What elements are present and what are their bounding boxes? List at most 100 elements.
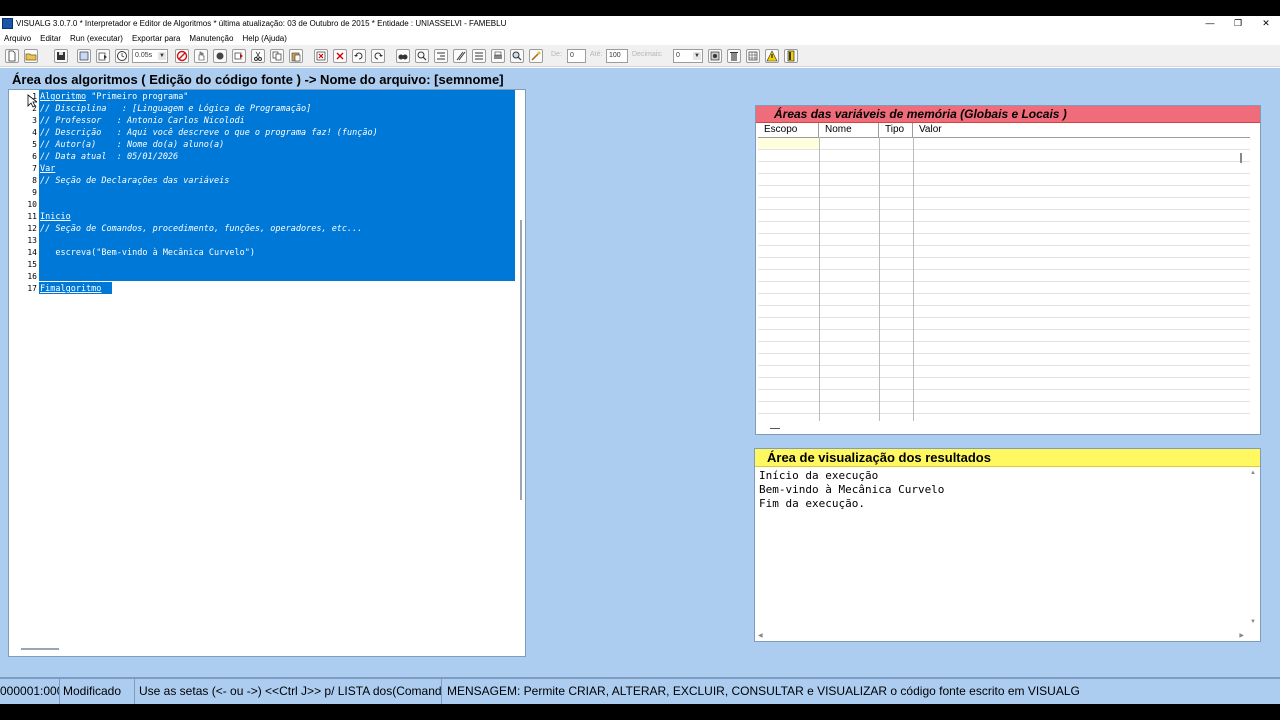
code-comment: // Seção de Comandos, procedimento, funç…	[40, 224, 363, 234]
variables-empty-row	[758, 246, 1250, 258]
menu-editar[interactable]: Editar	[36, 34, 66, 43]
code-keyword: Fimalgoritmo	[40, 284, 102, 294]
ate-input[interactable]: 100	[606, 49, 628, 63]
results-title-text: Área de visualização dos resultados	[767, 450, 991, 465]
grid-icon[interactable]	[746, 49, 760, 63]
timer-icon[interactable]	[115, 49, 129, 63]
line-number: 5	[32, 140, 37, 149]
ate-label: Até:	[590, 51, 603, 58]
paste-icon[interactable]	[289, 49, 303, 63]
menu-arquivo[interactable]: Arquivo	[0, 34, 36, 43]
trash-icon[interactable]	[727, 49, 741, 63]
line-number: 15	[27, 260, 37, 269]
hand-icon[interactable]	[194, 49, 208, 63]
find-icon[interactable]	[396, 49, 410, 63]
window-title: VISUALG 3.0.7.0 * Interpretador e Editor…	[16, 19, 507, 28]
variables-empty-row	[758, 234, 1250, 246]
column-header-valor[interactable]: Valor	[913, 123, 1250, 137]
de-input[interactable]: 0	[567, 49, 586, 63]
line-number: 7	[32, 164, 37, 173]
close-file-icon[interactable]	[333, 49, 347, 63]
warning-icon[interactable]	[765, 49, 779, 63]
variables-panel: Áreas das variáveis de memória (Globais …	[755, 105, 1261, 435]
results-panel-title: Área de visualização dos resultados	[755, 449, 1260, 467]
open-folder-icon[interactable]	[24, 49, 38, 63]
save-icon[interactable]	[54, 49, 68, 63]
decimais-label: Decimais:	[632, 51, 663, 58]
variables-empty-row	[758, 282, 1250, 294]
variables-horizontal-scrollbar[interactable]	[770, 428, 780, 429]
close-button[interactable]: ✕	[1252, 16, 1280, 31]
settings-icon[interactable]	[708, 49, 722, 63]
code-comment: // Data atual : 05/01/2026	[40, 152, 179, 162]
variables-title-text: Áreas das variáveis de memória (Globais …	[774, 107, 1067, 121]
menu-run[interactable]: Run (executar)	[66, 34, 128, 43]
scroll-left-icon[interactable]: ◀	[758, 632, 763, 639]
indent-icon[interactable]	[434, 49, 448, 63]
menu-manutencao[interactable]: Manutenção	[185, 34, 238, 43]
scroll-right-icon[interactable]: ▶	[1239, 632, 1244, 639]
output-line: Fim da execução.	[759, 497, 865, 510]
undo-icon[interactable]	[352, 49, 366, 63]
cut-icon[interactable]	[251, 49, 265, 63]
export-icon[interactable]	[96, 49, 110, 63]
new-file-icon[interactable]	[5, 49, 19, 63]
code-keyword: Inicio	[40, 212, 71, 222]
menu-exportar[interactable]: Exportar para	[128, 34, 185, 43]
variables-grid-header: Escopo Nome Tipo Valor	[758, 123, 1250, 138]
print-preview-icon[interactable]	[77, 49, 91, 63]
line-number: 12	[27, 224, 37, 233]
line-number-gutter: 1 2 3 4 5 6 7 8 9 10 11 12 13 14 15 16 17	[9, 90, 37, 656]
variables-empty-row	[758, 330, 1250, 342]
copy-icon[interactable]	[270, 49, 284, 63]
delay-select[interactable]: 0.05s ▼	[132, 49, 168, 63]
status-cursor-position: 000001:000	[0, 679, 60, 704]
line-number: 16	[27, 272, 37, 281]
maximize-button[interactable]: ❐	[1224, 16, 1252, 31]
variables-empty-row	[758, 150, 1250, 162]
scroll-down-icon[interactable]: ▼	[1250, 619, 1256, 625]
zoom-icon[interactable]	[510, 49, 524, 63]
comment-icon[interactable]	[453, 49, 467, 63]
delay-value: 0.05s	[135, 52, 153, 59]
menu-help[interactable]: Help (Ajuda)	[238, 34, 291, 43]
status-bar: 000001:000 Modificado Use as setas (<- o…	[0, 678, 1280, 704]
minimize-button[interactable]: —	[1196, 16, 1224, 31]
delete-icon[interactable]	[314, 49, 328, 63]
line-number: 8	[32, 176, 37, 185]
code-editor[interactable]: 1 2 3 4 5 6 7 8 9 10 11 12 13 14 15 16 17 Algoritmo "Pri…	[8, 89, 526, 657]
decimais-value: 0	[676, 52, 680, 59]
variables-vertical-scrollbar[interactable]	[1240, 153, 1242, 163]
variables-grid[interactable]: Escopo Nome Tipo Valor	[758, 123, 1250, 421]
line-number: 14	[27, 248, 37, 257]
editor-horizontal-scrollbar[interactable]	[21, 648, 59, 650]
line-number: 4	[32, 128, 37, 137]
scroll-up-icon[interactable]: ▲	[1250, 470, 1256, 476]
editor-vertical-scrollbar[interactable]	[520, 220, 522, 500]
debug-icon[interactable]	[213, 49, 227, 63]
variables-empty-row	[758, 378, 1250, 390]
column-header-tipo[interactable]: Tipo	[879, 123, 913, 137]
list-icon[interactable]	[472, 49, 486, 63]
stop-icon[interactable]	[175, 49, 189, 63]
column-header-nome[interactable]: Nome	[819, 123, 879, 137]
wand-icon[interactable]	[529, 49, 543, 63]
visualg-window: VISUALG 3.0.7.0 * Interpretador e Editor…	[0, 16, 1280, 704]
editor-title: Área dos algoritmos ( Edição do código f…	[12, 72, 504, 87]
status-message: MENSAGEM: Permite CRIAR, ALTERAR, EXCLUI…	[447, 684, 1080, 698]
line-number: 6	[32, 152, 37, 161]
run-step-icon[interactable]	[232, 49, 246, 63]
column-header-escopo[interactable]: Escopo	[758, 123, 819, 137]
help-book-icon[interactable]	[784, 49, 798, 63]
menu-bar: Arquivo Editar Run (executar) Exportar p…	[0, 31, 1280, 45]
variables-empty-row	[758, 342, 1250, 354]
variables-empty-row	[758, 186, 1250, 198]
variables-panel-title: Áreas das variáveis de memória (Globais …	[756, 106, 1260, 123]
redo-icon[interactable]	[371, 49, 385, 63]
code-comment: // Seção de Declarações das variáveis	[40, 176, 230, 186]
code-keyword: Var	[40, 164, 56, 174]
find-replace-icon[interactable]	[415, 49, 429, 63]
variables-empty-row	[758, 390, 1250, 402]
print-icon[interactable]	[491, 49, 505, 63]
decimais-select[interactable]: 0 ▼	[673, 49, 703, 63]
